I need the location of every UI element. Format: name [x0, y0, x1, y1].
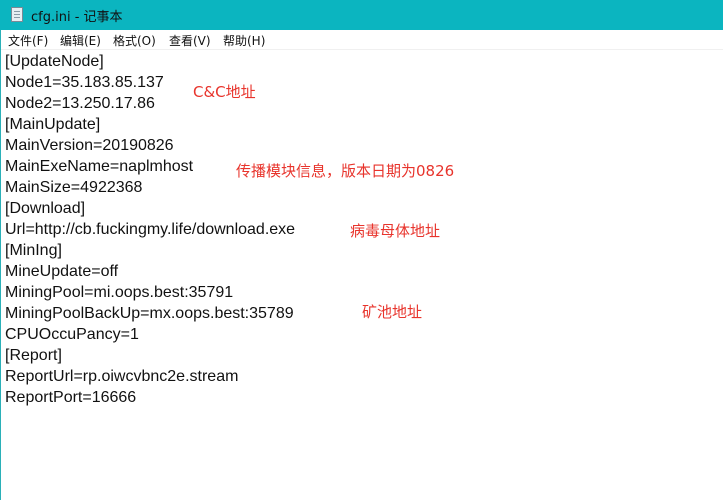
menu-format[interactable]: 格式(O)	[113, 32, 156, 49]
text-line: MainVersion=20190826	[5, 137, 174, 154]
annotation-cc: C&C地址	[193, 83, 256, 101]
text-line: [Report]	[5, 347, 62, 364]
notepad-icon	[11, 7, 23, 22]
window-border	[0, 30, 1, 500]
text-line: [MainUpdate]	[5, 116, 101, 133]
menu-edit[interactable]: 编辑(E)	[60, 32, 101, 49]
menu-help[interactable]: 帮助(H)	[223, 32, 265, 49]
text-editor[interactable]: [UpdateNode] Node1=35.183.85.137 Node2=13.…	[5, 51, 295, 408]
window-title: cfg.ini - 记事本	[31, 10, 123, 25]
text-line: [Download]	[5, 200, 86, 217]
annotation-spread-module: 传播模块信息，版本日期为0826	[236, 162, 455, 180]
text-line: Url=http://cb.fuckingmy.life/download.ex…	[5, 221, 296, 238]
text-line: ReportUrl=rp.oiwcvbnc2e.stream	[5, 368, 239, 385]
text-line: MiningPoolBackUp=mx.oops.best:35789	[5, 305, 294, 322]
annotation-payload: 病毒母体地址	[350, 222, 441, 240]
annotation-mining-pool: 矿池地址	[362, 303, 423, 321]
menu-view[interactable]: 查看(V)	[169, 32, 211, 49]
text-line: MineUpdate=off	[5, 263, 119, 280]
text-line: [UpdateNode]	[5, 53, 104, 70]
text-line: ReportPort=16666	[5, 389, 137, 406]
menu-bar: 文件(F) 编辑(E) 格式(O) 查看(V) 帮助(H)	[1, 30, 723, 50]
menu-file[interactable]: 文件(F)	[8, 32, 48, 49]
text-line: CPUOccuPancy=1	[5, 326, 139, 343]
title-bar[interactable]: cfg.ini - 记事本	[0, 0, 723, 30]
text-line: MiningPool=mi.oops.best:35791	[5, 284, 234, 301]
text-line: [MinIng]	[5, 242, 62, 259]
